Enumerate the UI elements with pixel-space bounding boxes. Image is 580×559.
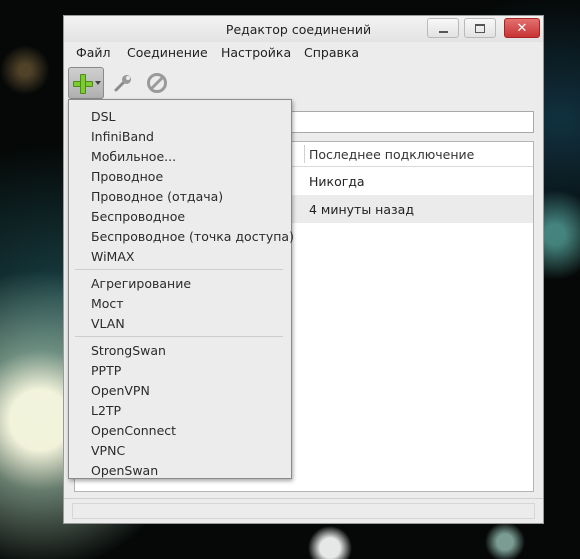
menu-item-dsl[interactable]: DSL [91,109,116,124]
add-connection-button[interactable] [68,67,104,99]
menu-item-vpnc[interactable]: VPNC [91,443,125,458]
menu-item-mobile[interactable]: Мобильное... [91,149,176,164]
column-header-last-used[interactable]: Последнее подключение [309,147,474,162]
titlebar[interactable]: Редактор соединений ✕ [64,16,543,42]
menu-settings[interactable]: Настройка [221,45,291,60]
maximize-icon [475,23,485,33]
menu-file[interactable]: Файл [76,45,111,60]
no-entry-icon[interactable] [146,72,168,94]
menu-item-bridge[interactable]: Мост [91,296,124,311]
add-connection-menu: DSL InfiniBand Мобильное... Проводное Пр… [68,99,294,479]
menu-item-l2tp[interactable]: L2TP [91,403,121,418]
wrench-icon[interactable] [112,72,134,94]
menu-help[interactable]: Справка [304,45,359,60]
menu-connection[interactable]: Соединение [127,45,208,60]
menu-item-wired-shared[interactable]: Проводное (отдача) [91,189,223,204]
plus-icon [73,74,93,94]
menu-item-pptp[interactable]: PPTP [91,363,121,378]
menu-item-infiniband[interactable]: InfiniBand [91,129,154,144]
menu-item-bond[interactable]: Агрегирование [91,276,191,291]
chevron-down-icon [95,81,101,85]
close-button[interactable]: ✕ [504,18,540,38]
column-separator[interactable] [304,145,305,163]
toolbar [64,66,543,100]
minimize-button[interactable] [427,18,459,38]
menu-item-vlan[interactable]: VLAN [91,316,125,331]
menu-item-openconnect[interactable]: OpenConnect [91,423,176,438]
menubar: Файл Соединение Настройка Справка [64,43,543,63]
statusbar [64,498,543,523]
menu-item-wimax[interactable]: WiMAX [91,249,134,264]
close-icon: ✕ [516,20,528,36]
menu-item-openswan[interactable]: OpenSwan [91,463,158,478]
menu-item-strongswan[interactable]: StrongSwan [91,343,166,358]
menu-item-wired[interactable]: Проводное [91,169,163,184]
last-used-cell: 4 минуты назад [309,202,414,217]
minimize-icon [438,30,448,33]
menu-separator [75,336,283,337]
menu-item-openvpn[interactable]: OpenVPN [91,383,150,398]
menu-item-wireless-hotspot[interactable]: Беспроводное (точка доступа) [91,229,294,244]
menu-item-wireless[interactable]: Беспроводное [91,209,185,224]
menu-separator [75,269,283,270]
last-used-cell: Никогда [309,174,365,189]
maximize-button[interactable] [464,18,496,38]
